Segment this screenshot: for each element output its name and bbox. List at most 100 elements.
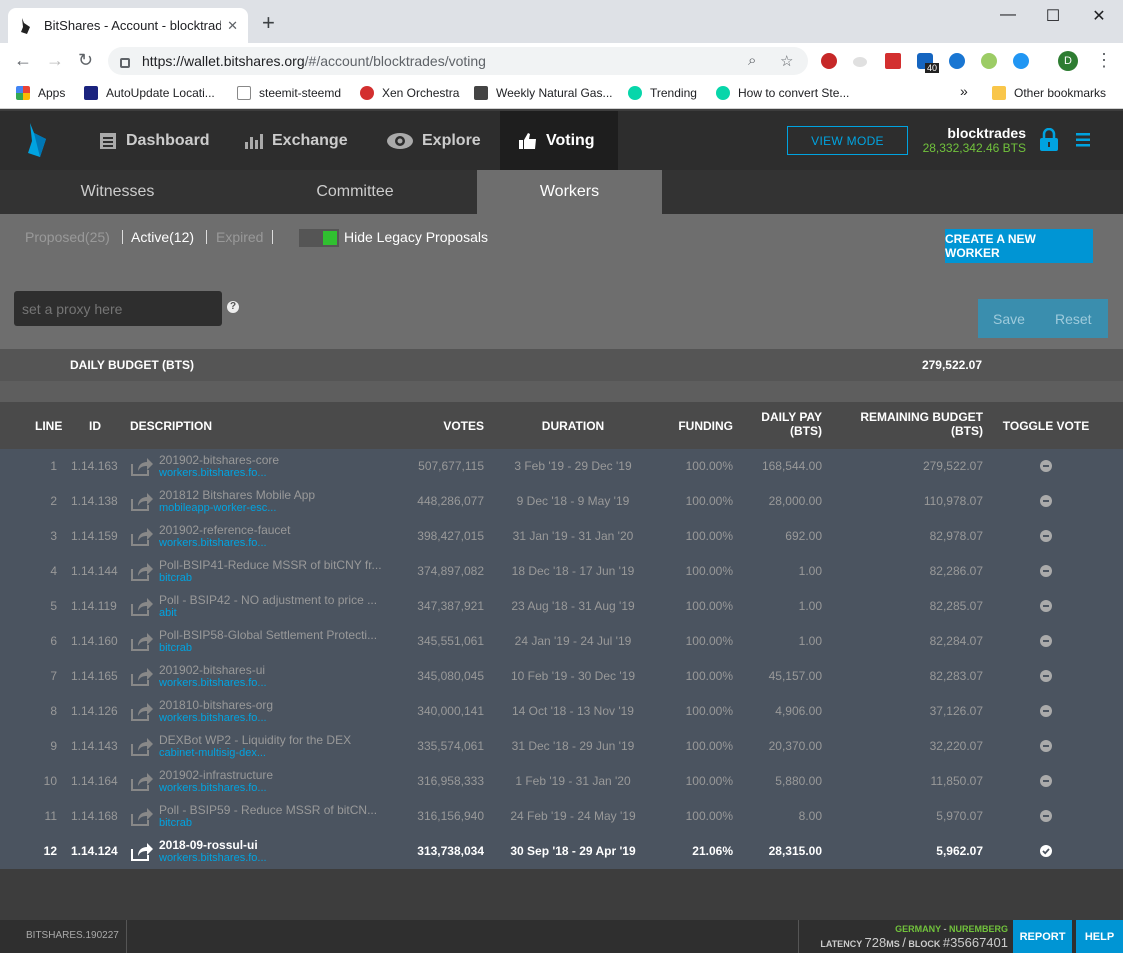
hamburger-menu-icon[interactable] [1076,133,1090,147]
hide-legacy-toggle[interactable] [299,229,339,247]
save-button[interactable]: Save [993,311,1025,327]
bitshares-logo-icon[interactable] [26,123,52,157]
filter-active[interactable]: Active(12) [131,229,194,245]
tab-witnesses[interactable]: Witnesses [0,170,235,214]
minimize-icon[interactable]: — [993,6,1023,24]
minus-circle-icon[interactable] [1040,775,1052,787]
wallet-lock-icon[interactable] [1039,128,1059,152]
tab-committee[interactable]: Committee [235,170,475,214]
bookmark-xen[interactable]: Xen Orchestra [360,86,459,100]
react-extension-icon[interactable] [949,53,965,69]
row-link[interactable]: workers.bitshares.fo... [159,677,391,690]
external-link-icon[interactable] [130,457,154,480]
nav-explore[interactable]: Explore [368,111,499,170]
external-link-icon[interactable] [130,597,154,620]
bookmark-convert[interactable]: How to convert Ste... [716,86,849,100]
report-button[interactable]: REPORT [1013,920,1072,953]
external-link-icon[interactable] [130,702,154,725]
minus-circle-icon[interactable] [1040,565,1052,577]
row-funding: 100.00% [685,809,733,823]
help-button[interactable]: HELP [1076,920,1123,953]
profile-avatar[interactable]: D [1058,51,1078,71]
extension-icon-1[interactable] [821,53,837,69]
row-link[interactable]: bitcrab [159,642,391,655]
tab-workers[interactable]: Workers [477,170,662,214]
bookmark-trending[interactable]: Trending [628,86,697,100]
pdf-extension-icon[interactable] [885,53,901,69]
browser-menu-icon[interactable]: ⋮ [1095,51,1113,69]
extension-badge: 40 [925,63,940,73]
bookmark-steemit[interactable]: steemit-steemd [237,86,341,100]
external-link-icon[interactable] [130,562,154,585]
table-row: 9 1.14.143 DEXBot WP2 - Liquidity for the … [0,729,1123,764]
minus-circle-icon[interactable] [1040,705,1052,717]
row-link[interactable]: workers.bitshares.fo... [159,467,391,480]
folder-icon [992,86,1006,100]
row-link[interactable]: mobileapp-worker-esc... [159,502,391,515]
extension-icon-2[interactable] [853,57,867,67]
reset-button[interactable]: Reset [1055,311,1092,327]
row-id: 1.14.168 [71,809,118,823]
close-tab-icon[interactable]: ✕ [227,18,238,34]
minus-circle-icon[interactable] [1040,810,1052,822]
reload-icon[interactable]: ↻ [78,51,93,69]
col-toggle-vote: TOGGLE VOTE [1002,419,1090,433]
row-funding: 100.00% [685,459,733,473]
maximize-icon[interactable]: ☐ [1038,6,1068,26]
minus-circle-icon[interactable] [1040,635,1052,647]
create-worker-button[interactable]: CREATE A NEW WORKER [945,229,1093,263]
back-icon[interactable]: ← [14,51,32,69]
external-link-icon[interactable] [130,737,154,760]
zoom-extension-icon[interactable] [1013,53,1029,69]
table-row: 7 1.14.165 201902-bitshares-ui workers.bits… [0,659,1123,694]
row-link[interactable]: bitcrab [159,572,391,585]
row-link[interactable]: abit [159,607,391,620]
external-link-icon[interactable] [130,842,154,865]
external-link-icon[interactable] [130,527,154,550]
other-bookmarks[interactable]: Other bookmarks [992,86,1106,100]
bookmarks-overflow-icon[interactable]: » [960,83,968,99]
new-tab-icon[interactable]: + [262,12,275,34]
row-remaining-budget: 5,962.07 [936,844,983,858]
node-location[interactable]: GERMANY - NUREMBERG [810,924,1008,934]
zoom-icon[interactable]: ⌕ [748,52,756,69]
nav-dashboard[interactable]: Dashboard [80,111,228,170]
extension-icon-6[interactable] [981,53,997,69]
help-question-icon[interactable]: ? [227,301,239,313]
forward-icon[interactable]: → [46,51,64,69]
minus-circle-icon[interactable] [1040,460,1052,472]
minus-circle-icon[interactable] [1040,495,1052,507]
external-link-icon[interactable] [130,807,154,830]
filter-proposed[interactable]: Proposed(25) [25,229,110,245]
row-link[interactable]: workers.bitshares.fo... [159,712,391,725]
external-link-icon[interactable] [130,772,154,795]
bookmark-star-icon[interactable]: ☆ [780,52,793,70]
nav-voting[interactable]: Voting [500,111,618,170]
minus-circle-icon[interactable] [1040,600,1052,612]
minus-circle-icon[interactable] [1040,530,1052,542]
row-link[interactable]: workers.bitshares.fo... [159,852,391,865]
bookmark-gas[interactable]: Weekly Natural Gas... [474,86,612,100]
nav-exchange[interactable]: Exchange [226,111,366,170]
external-link-icon[interactable] [130,492,154,515]
row-description: 201812 Bitshares Mobile App mobileapp-wor… [159,489,391,515]
row-link[interactable]: cabinet-multisig-dex... [159,747,391,760]
bookmark-autoupdate[interactable]: AutoUpdate Locati... [84,86,215,100]
minus-circle-icon[interactable] [1040,670,1052,682]
filter-expired[interactable]: Expired [216,229,263,245]
external-link-icon[interactable] [130,632,154,655]
row-link[interactable]: bitcrab [159,817,391,830]
minus-circle-icon[interactable] [1040,740,1052,752]
node-latency[interactable]: LATENCY 728MS / BLOCK #35667401 [810,935,1008,950]
window-close-icon[interactable]: ✕ [1084,6,1114,26]
external-link-icon[interactable] [130,667,154,690]
bookmark-apps[interactable]: Apps [16,86,65,100]
row-link[interactable]: workers.bitshares.fo... [159,782,391,795]
view-mode-button[interactable]: VIEW MODE [787,126,908,155]
account-info[interactable]: blocktrades 28,332,342.46 BTS [920,125,1026,155]
proxy-input[interactable] [14,291,222,326]
address-bar[interactable]: https://wallet.bitshares.org/#/account/b… [108,47,808,75]
browser-tab[interactable]: BitShares - Account - blocktrades ✕ [8,8,248,43]
row-link[interactable]: workers.bitshares.fo... [159,537,391,550]
check-circle-icon[interactable] [1040,845,1052,860]
